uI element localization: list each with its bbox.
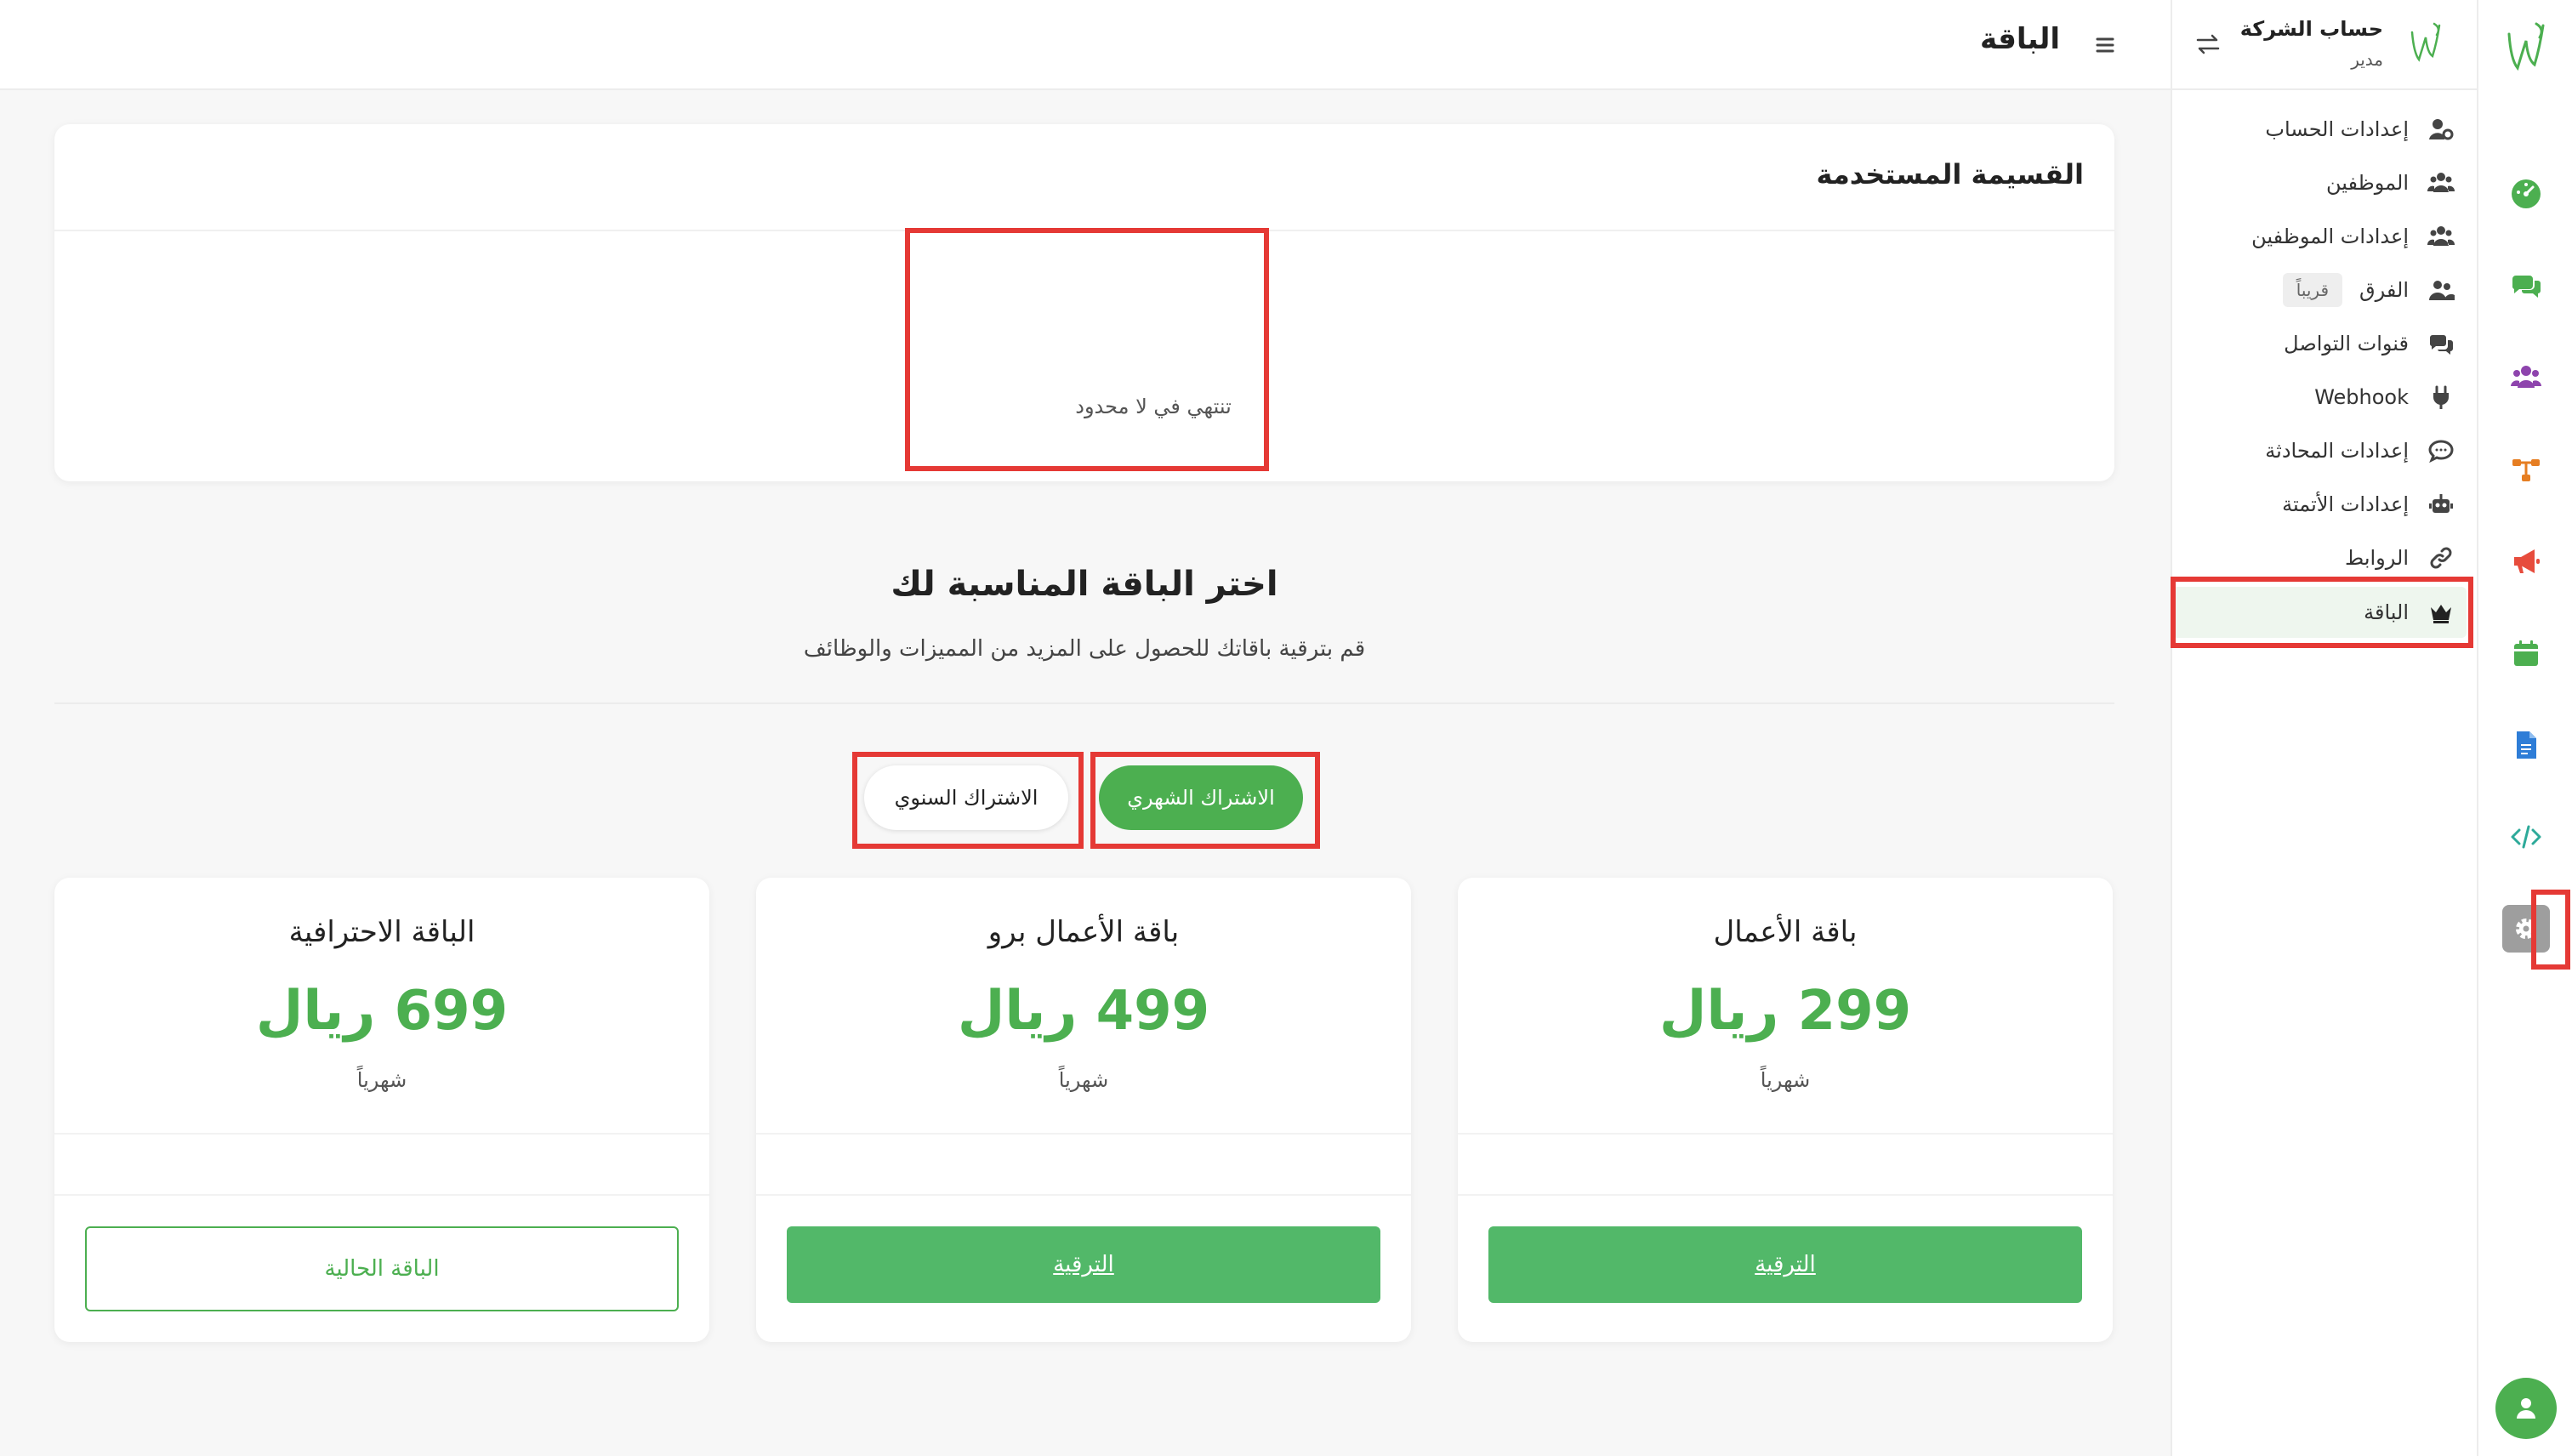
- plan-price: 499 ريال: [957, 980, 1210, 1043]
- plan-name: باقة الأعمال: [1713, 915, 1858, 949]
- document-icon[interactable]: [2502, 721, 2550, 769]
- robot-icon: [2426, 489, 2456, 520]
- upgrade-button[interactable]: الترقية: [1488, 1226, 2082, 1303]
- used-coupon-title: القسيمة المستخدمة: [1816, 158, 2084, 191]
- sidebar-item-label: إعدادات الأتمتة: [2282, 492, 2409, 516]
- sidebar-item-label: الفرق: [2359, 278, 2409, 302]
- chat-icon[interactable]: [2502, 262, 2550, 310]
- swap-arrows-icon[interactable]: [2194, 31, 2222, 58]
- account-header: حساب الشركة مدير: [2172, 0, 2477, 90]
- plan-price: 299 ريال: [1659, 980, 1912, 1043]
- choose-plan-subtitle: قم بترقية باقاتك للحصول على المزيد من ال…: [803, 636, 1366, 662]
- divider: [756, 1133, 1411, 1135]
- icon-rail: [2477, 0, 2572, 1456]
- sidebar-item-label: إعدادات الحساب: [2265, 117, 2409, 141]
- sidebar-item-label: الباقة: [2364, 600, 2409, 624]
- divider: [756, 1194, 1411, 1196]
- divider: [1458, 1133, 2113, 1135]
- sidebar-item-employee-settings[interactable]: إعدادات الموظفين: [2176, 211, 2456, 262]
- code-icon[interactable]: [2502, 813, 2550, 861]
- sidebar-item-channels[interactable]: قنوات التواصل: [2176, 318, 2456, 369]
- comment-icon: [2426, 435, 2456, 466]
- used-coupon-card: القسيمة المستخدمة تنتهي في لا محدود: [54, 124, 2114, 481]
- hamburger-icon[interactable]: [2091, 31, 2120, 60]
- choose-plan-title: اختر الباقة المناسبة لك: [891, 565, 1278, 604]
- sidebar-item-label: Webhook: [2314, 385, 2409, 409]
- divider: [54, 702, 2114, 704]
- sidebar-item-automation-settings[interactable]: إعدادات الأتمتة: [2176, 479, 2456, 530]
- divider: [1458, 1194, 2113, 1196]
- app-logo[interactable]: [2502, 17, 2550, 82]
- divider: [54, 1194, 709, 1196]
- users-gear-icon: [2426, 221, 2456, 252]
- sidebar-item-plan[interactable]: الباقة: [2172, 587, 2467, 638]
- plan-card-business-pro: باقة الأعمال برو 499 ريال شهرياً الترقية: [756, 878, 1411, 1342]
- plan-card-business: باقة الأعمال 299 ريال شهرياً الترقية: [1458, 878, 2113, 1342]
- upgrade-button[interactable]: الترقية: [787, 1226, 1380, 1303]
- sidebar-item-conversation-settings[interactable]: إعدادات المحادثة: [2176, 425, 2456, 476]
- plug-icon: [2426, 382, 2456, 412]
- sidebar-item-employees[interactable]: الموظفين: [2176, 157, 2456, 208]
- crown-icon: [2426, 597, 2456, 628]
- sidebar-item-webhook[interactable]: Webhook: [2176, 372, 2456, 423]
- plan-card-professional: الباقة الاحترافية 699 ريال شهرياً الباقة…: [54, 878, 709, 1342]
- sidebar-item-label: الموظفين: [2325, 171, 2409, 195]
- user-gear-icon: [2426, 114, 2456, 145]
- flow-icon[interactable]: [2502, 446, 2550, 493]
- company-logo: [2407, 19, 2446, 70]
- plan-period: شهرياً: [356, 1068, 407, 1092]
- user-avatar[interactable]: [2495, 1378, 2557, 1439]
- sidebar-item-label: إعدادات المحادثة: [2265, 439, 2409, 463]
- coming-soon-badge: قريباً: [2282, 273, 2343, 307]
- plan-period: شهرياً: [1760, 1068, 1811, 1092]
- divider: [54, 230, 2114, 231]
- link-icon: [2426, 543, 2456, 573]
- sidebar-item-links[interactable]: الروابط: [2176, 532, 2456, 583]
- current-plan-button[interactable]: الباقة الحالية: [85, 1226, 679, 1311]
- users-icon[interactable]: [2502, 354, 2550, 401]
- settings-icon[interactable]: [2502, 905, 2550, 953]
- plan-period: شهرياً: [1058, 1068, 1109, 1092]
- settings-sidebar: حساب الشركة مدير إعدادات الحساب الموظفين…: [2171, 0, 2477, 1456]
- yearly-subscription-toggle[interactable]: الاشتراك السنوي: [864, 765, 1068, 830]
- top-bar: الباقة: [0, 0, 2171, 90]
- dashboard-icon[interactable]: [2502, 170, 2550, 218]
- plan-name: باقة الأعمال برو: [987, 915, 1180, 949]
- plan-price: 699 ريال: [255, 980, 509, 1043]
- sidebar-item-label: الروابط: [2345, 546, 2409, 570]
- chat-bubbles-icon: [2426, 328, 2456, 359]
- team-icon: [2426, 275, 2456, 305]
- divider: [54, 1133, 709, 1135]
- sidebar-item-account-settings[interactable]: إعدادات الحساب: [2176, 104, 2456, 155]
- megaphone-icon[interactable]: [2502, 537, 2550, 585]
- users-icon: [2426, 168, 2456, 198]
- company-name: حساب الشركة: [2239, 17, 2383, 41]
- expiry-text: تنتهي في لا محدود: [1075, 395, 1232, 418]
- sidebar-item-teams[interactable]: الفرق قريباً: [2176, 264, 2456, 316]
- calendar-icon[interactable]: [2502, 629, 2550, 677]
- sidebar-item-label: قنوات التواصل: [2284, 332, 2409, 355]
- user-role: مدير: [2351, 49, 2383, 70]
- plan-name: الباقة الاحترافية: [288, 915, 475, 949]
- page-title: الباقة: [1980, 22, 2060, 56]
- sidebar-item-label: إعدادات الموظفين: [2251, 225, 2409, 248]
- monthly-subscription-toggle[interactable]: الاشتراك الشهري: [1099, 765, 1303, 830]
